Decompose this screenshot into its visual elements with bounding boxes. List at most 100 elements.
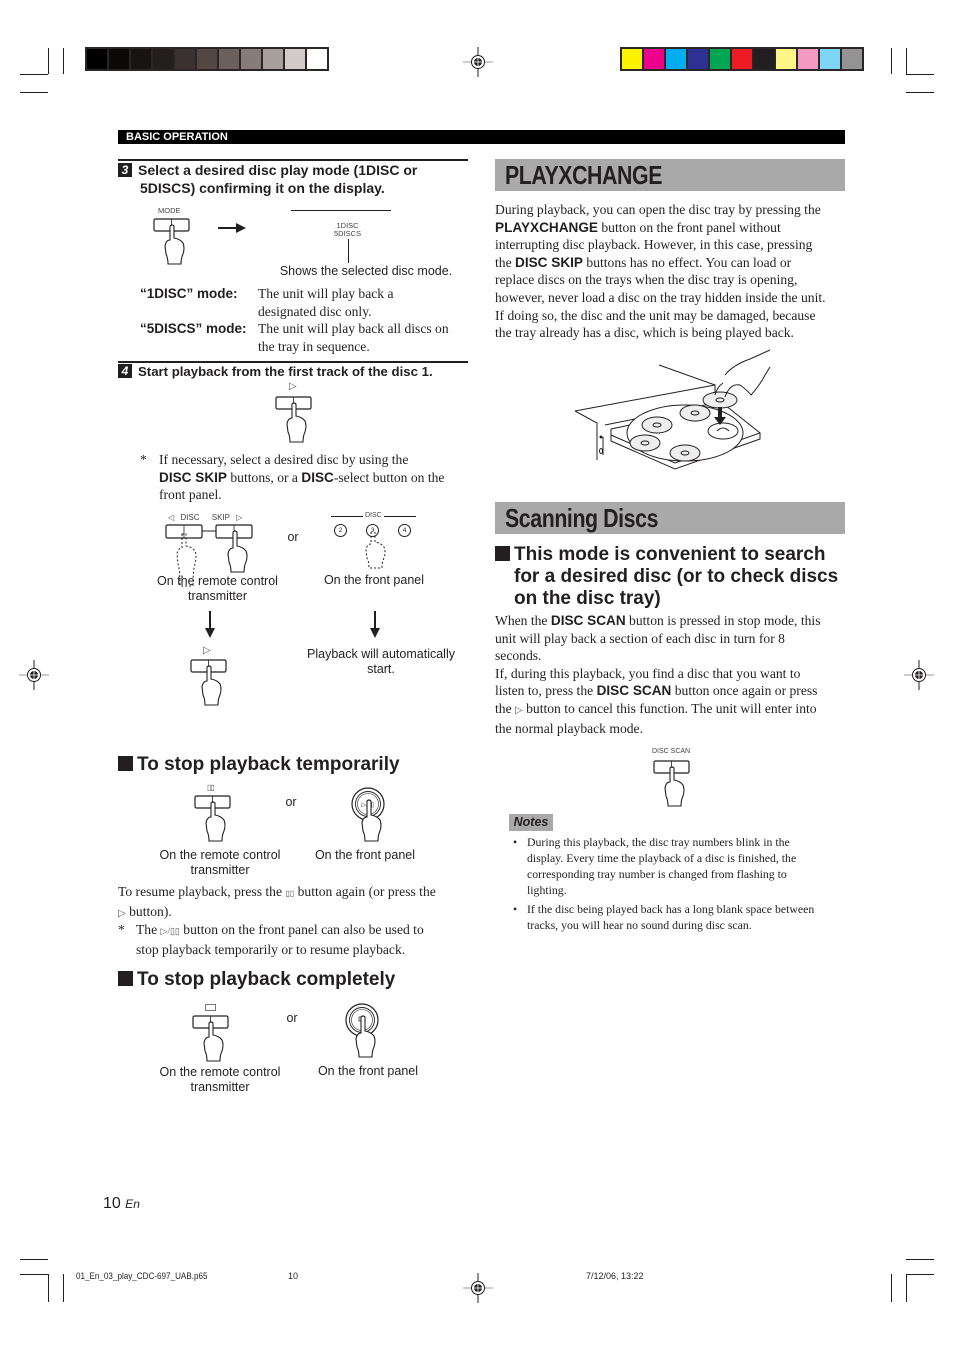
front-disc-button-4[interactable]: 4 xyxy=(398,524,411,537)
play-symbol-icon: ▷ xyxy=(515,704,523,716)
note-line: tracks, you will hear no sound during di… xyxy=(527,918,752,932)
section-header: BASIC OPERATION xyxy=(118,130,845,144)
paragraph-line: listen to, press the DISC SCAN button on… xyxy=(495,682,850,700)
crop-mark xyxy=(20,92,48,93)
playxchange-title: PLAYXCHANGE xyxy=(495,159,845,191)
arrow-down-icon xyxy=(370,611,380,638)
mode-1disc-desc: The unit will play back a designated dis… xyxy=(258,285,394,320)
language-code: En xyxy=(125,1197,140,1211)
front-disc-button-2[interactable]: 2 xyxy=(334,524,347,537)
heading-text: This mode is convenient to search xyxy=(514,544,826,565)
calibration-swatch xyxy=(710,49,730,69)
front-stop-button-press-icon xyxy=(345,1003,379,1058)
note-item: • If the disc being played back has a lo… xyxy=(513,901,847,933)
text: button on the front panel without xyxy=(597,219,781,235)
mode-5discs-label: “5DISCS” mode: xyxy=(140,321,247,336)
calibration-swatch xyxy=(754,49,774,69)
paragraph-line: ▷ button). xyxy=(118,903,468,923)
registration-mark-icon xyxy=(463,47,493,77)
crop-mark xyxy=(20,74,48,75)
front-panel-caption: On the front panel xyxy=(314,848,416,862)
play-symbol-icon: ▷ xyxy=(118,907,126,919)
or-label: or xyxy=(286,1011,298,1025)
remote-caption: On the remote control transmitter xyxy=(152,1065,288,1095)
caption-line: On the remote control xyxy=(159,1065,281,1079)
crop-mark xyxy=(906,74,934,75)
next-icon: ▷ xyxy=(236,513,243,522)
front-panel-caption: On the front panel xyxy=(317,1064,419,1078)
file-page: 10 xyxy=(288,1271,299,1281)
front-play-pause-button-press-icon: ▷/▯▯ xyxy=(351,787,385,842)
page-number: 10 En xyxy=(103,1194,140,1214)
crop-mark xyxy=(48,48,49,74)
stop-symbol-icon xyxy=(205,1004,216,1011)
disc-skip-keyword: DISC SKIP xyxy=(159,469,227,485)
scanning-paragraph: When the DISC SCAN button is pressed in … xyxy=(495,612,850,737)
text: button). xyxy=(125,903,172,919)
disc-scan-keyword: DISC SCAN xyxy=(596,683,672,699)
text: the xyxy=(495,254,516,270)
note-line: If necessary, select a desired disc by u… xyxy=(159,452,409,467)
grayscale-calibration-bar xyxy=(85,47,329,71)
crop-mark xyxy=(20,1274,48,1275)
registration-mark-icon xyxy=(463,1273,493,1303)
scanning-discs-title: Scanning Discs xyxy=(495,502,845,534)
note-item: • During this playback, the disc tray nu… xyxy=(513,834,847,898)
paragraph-line: unit will play back a section of each di… xyxy=(495,630,785,646)
bullet-dot-icon: • xyxy=(513,902,518,916)
mode-desc-line: the tray in sequence. xyxy=(258,338,370,354)
disc-scan-keyword: DISC SCAN xyxy=(550,613,626,628)
paragraph-line: replace discs on the trays when the disc… xyxy=(495,272,798,288)
paragraph-line: the DISC SKIP buttons has no effect. You… xyxy=(495,254,850,272)
paragraph-line: the ▷ button to cancel this function. Th… xyxy=(495,700,850,720)
display-text-5discs: 5DISCS xyxy=(334,229,362,238)
step-number-badge: 3 xyxy=(118,163,132,177)
calibration-swatch xyxy=(285,49,305,69)
text: the xyxy=(495,700,516,716)
note-line: During this playback, the disc tray numb… xyxy=(527,835,790,849)
calibration-swatch xyxy=(175,49,195,69)
disc-skip-keyword: DISC SKIP xyxy=(515,254,583,270)
page-number-value: 10 xyxy=(103,1195,121,1212)
disc-scan-button-label: DISC SCAN xyxy=(652,748,691,755)
crop-mark xyxy=(63,1274,64,1302)
calibration-swatch xyxy=(153,49,173,69)
mode-desc-line: designated disc only. xyxy=(258,303,372,319)
crop-mark xyxy=(906,1274,907,1302)
color-calibration-bar xyxy=(620,47,864,71)
note-line: front panel. xyxy=(159,487,222,503)
note-star: * xyxy=(118,922,125,937)
paragraph-line: stop playback temporarily or to resume p… xyxy=(136,941,406,957)
heading-line: on the disc tray) xyxy=(514,588,661,609)
note-line: display. Every time the playback of a di… xyxy=(527,851,797,865)
front-disc-label: DISC xyxy=(365,512,382,519)
crop-mark xyxy=(906,92,934,93)
bullet-dot-icon: • xyxy=(513,835,518,849)
crop-mark xyxy=(48,1274,49,1302)
mode-desc-line: The unit will play back all discs on xyxy=(258,321,449,336)
calibration-swatch xyxy=(131,49,151,69)
note-line: If the disc being played back has a long… xyxy=(527,902,815,916)
or-label: or xyxy=(285,795,297,809)
calibration-swatch xyxy=(644,49,664,69)
calibration-swatch xyxy=(688,49,708,69)
registration-mark-icon xyxy=(904,660,934,690)
heading-line: for a desired disc (or to check discs xyxy=(514,566,839,587)
text: button is pressed in stop mode, this xyxy=(625,613,821,628)
remote-caption: On the remote control transmitter xyxy=(152,848,288,878)
square-bullet-icon xyxy=(495,546,510,561)
registration-mark-icon xyxy=(19,660,49,690)
paragraph-line: however, never load a disc on the tray h… xyxy=(495,289,826,305)
disc-skip-labels: ◁ DISC SKIP ▷ xyxy=(168,513,242,522)
notes-label: Notes xyxy=(509,814,553,831)
calibration-swatch xyxy=(820,49,840,69)
disc-tray-illustration xyxy=(574,349,771,470)
caption-line: On the remote control xyxy=(159,848,281,862)
paragraph-line: If doing so, the disc and the unit may b… xyxy=(495,307,816,323)
title-text: PLAYXCHANGE xyxy=(505,160,663,190)
caption-line: Playback will automatically xyxy=(307,647,455,661)
crop-mark xyxy=(906,48,907,74)
display-caption: Shows the selected disc mode. xyxy=(279,264,453,278)
note-line: corresponding tray number is changed fro… xyxy=(527,867,787,881)
heading-text: To stop playback completely xyxy=(137,969,396,990)
